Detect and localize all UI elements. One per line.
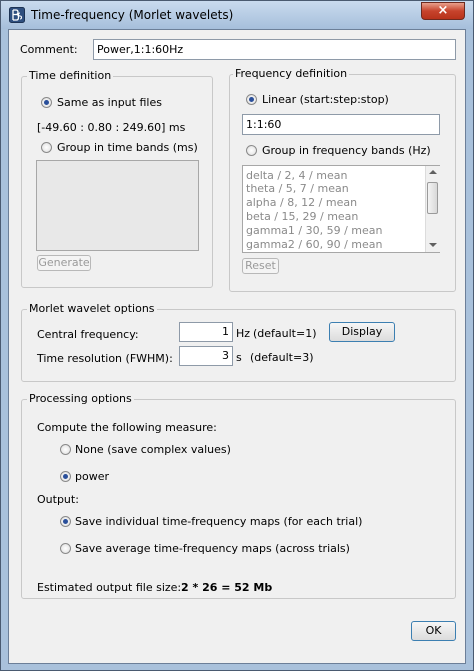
time-resolution-label: Time resolution (FWHM): — [37, 352, 173, 365]
window-title: Time-frequency (Morlet wavelets) — [31, 8, 234, 22]
estimated-size-label: Estimated output file size: — [37, 581, 182, 594]
processing-options-title: Processing options — [27, 392, 134, 405]
central-frequency-label: Central frequency: — [37, 328, 139, 341]
brainstorm-app-icon — [9, 7, 25, 23]
measure-none-radio[interactable] — [60, 444, 71, 455]
time-resolution-unit: s — [236, 351, 242, 364]
linear-radio[interactable] — [246, 94, 257, 105]
title-bar[interactable]: Time-frequency (Morlet wavelets) × — [1, 1, 473, 29]
generate-button[interactable]: Generate — [37, 255, 91, 271]
dialog-window: Time-frequency (Morlet wavelets) × Comme… — [0, 0, 474, 671]
group-frequency-bands-radio[interactable] — [246, 145, 257, 156]
same-as-input-radio[interactable] — [41, 97, 52, 108]
morlet-options-group — [21, 309, 456, 382]
reset-button[interactable]: Reset — [242, 258, 279, 274]
save-individual-radio[interactable] — [60, 516, 71, 527]
central-frequency-default: (default=1) — [253, 327, 317, 340]
central-frequency-unit: Hz — [236, 327, 251, 340]
group-frequency-bands-label[interactable]: Group in frequency bands (Hz) — [262, 144, 431, 157]
ok-button[interactable]: OK — [411, 621, 456, 641]
time-bands-list[interactable] — [36, 160, 199, 251]
frequency-band-item[interactable]: gamma2 / 60, 90 / mean — [246, 238, 382, 251]
group-time-bands-label[interactable]: Group in time bands (ms) — [57, 141, 198, 154]
scroll-thumb[interactable] — [427, 182, 438, 214]
measure-power-radio[interactable] — [60, 471, 71, 482]
frequency-list-scrollbar[interactable] — [425, 166, 440, 252]
same-as-input-label[interactable]: Same as input files — [57, 96, 162, 109]
save-individual-label[interactable]: Save individual time-frequency maps (for… — [75, 515, 362, 528]
measure-none-label[interactable]: None (save complex values) — [75, 443, 231, 456]
time-definition-title: Time definition — [27, 69, 114, 82]
central-frequency-input[interactable]: 1 — [179, 322, 233, 342]
frequency-bands-list[interactable]: delta / 2, 4 / mean theta / 5, 7 / mean … — [242, 165, 440, 253]
scroll-down-icon[interactable] — [429, 242, 437, 248]
morlet-options-title: Morlet wavelet options — [27, 302, 157, 315]
time-range-text: [-49.60 : 0.80 : 249.60] ms — [37, 121, 186, 134]
frequency-band-item[interactable]: beta / 15, 29 / mean — [246, 210, 358, 223]
measure-power-label[interactable]: power — [75, 470, 109, 483]
close-icon: × — [437, 3, 449, 18]
time-resolution-input[interactable]: 3 — [179, 346, 233, 366]
estimated-size-value: 2 * 26 = 52 Mb — [181, 581, 273, 594]
comment-label: Comment: — [20, 43, 78, 56]
save-average-radio[interactable] — [60, 543, 71, 554]
compute-measure-label: Compute the following measure: — [37, 421, 217, 434]
linear-label[interactable]: Linear (start:step:stop) — [262, 93, 389, 106]
frequency-definition-title: Frequency definition — [233, 67, 350, 80]
display-button[interactable]: Display — [329, 322, 395, 342]
frequency-band-item[interactable]: gamma1 / 30, 59 / mean — [246, 224, 382, 237]
close-button[interactable]: × — [421, 2, 465, 20]
scroll-up-icon[interactable] — [429, 169, 437, 175]
frequency-band-item[interactable]: theta / 5, 7 / mean — [246, 182, 349, 195]
dialog-content: Comment: Power,1:1:60Hz Time definition … — [8, 29, 466, 664]
linear-frequency-input[interactable]: 1:1:60 — [242, 114, 440, 135]
comment-input[interactable]: Power,1:1:60Hz — [93, 39, 456, 60]
group-time-bands-radio[interactable] — [41, 142, 52, 153]
time-resolution-default: (default=3) — [250, 351, 314, 364]
output-label: Output: — [37, 493, 79, 506]
frequency-band-item[interactable]: alpha / 8, 12 / mean — [246, 196, 357, 209]
frequency-band-item[interactable]: delta / 2, 4 / mean — [246, 169, 347, 182]
save-average-label[interactable]: Save average time-frequency maps (across… — [75, 542, 350, 555]
